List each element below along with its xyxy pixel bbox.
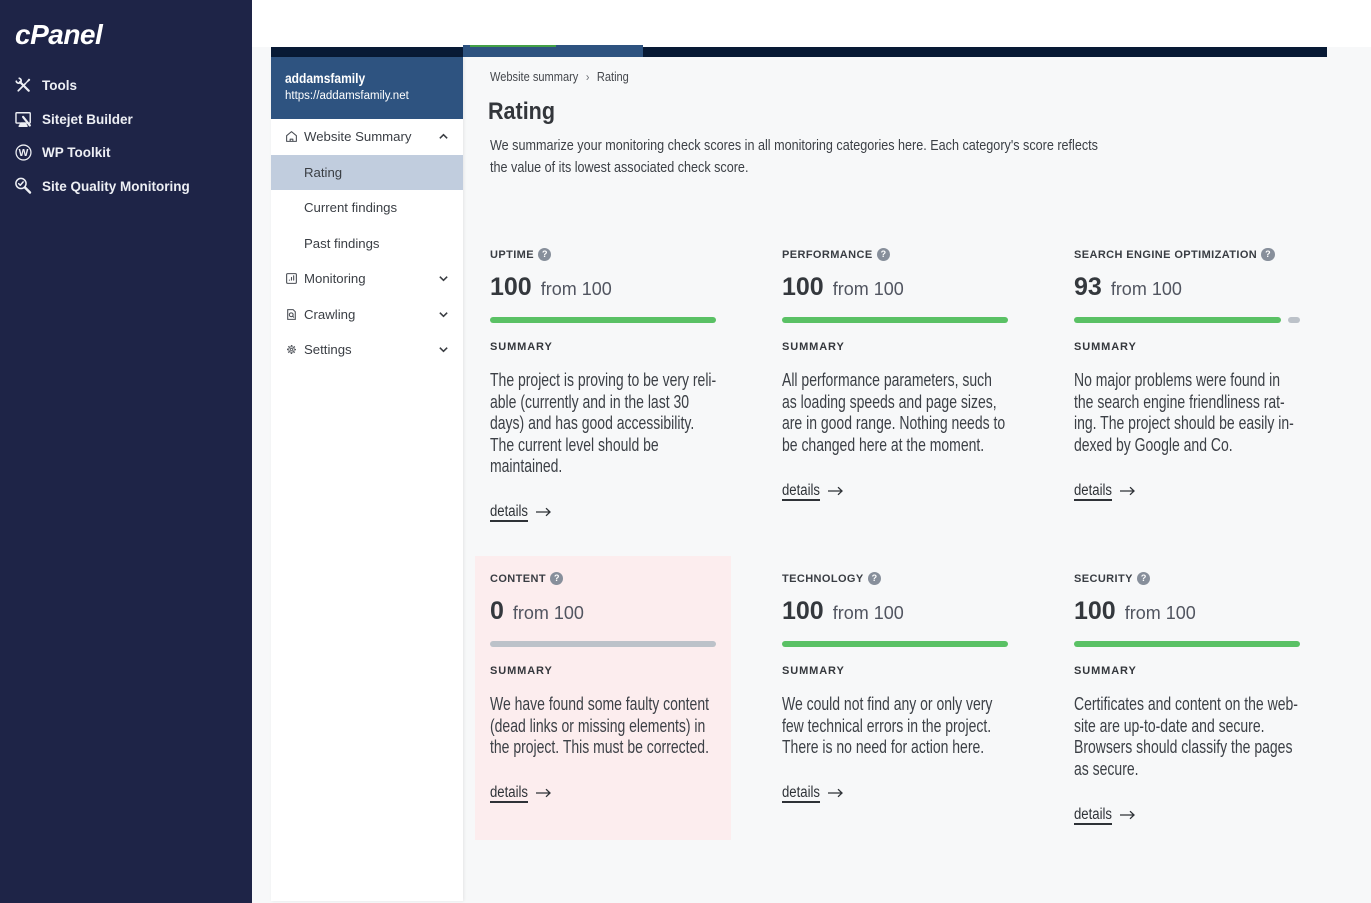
svg-text:W: W (19, 148, 29, 159)
